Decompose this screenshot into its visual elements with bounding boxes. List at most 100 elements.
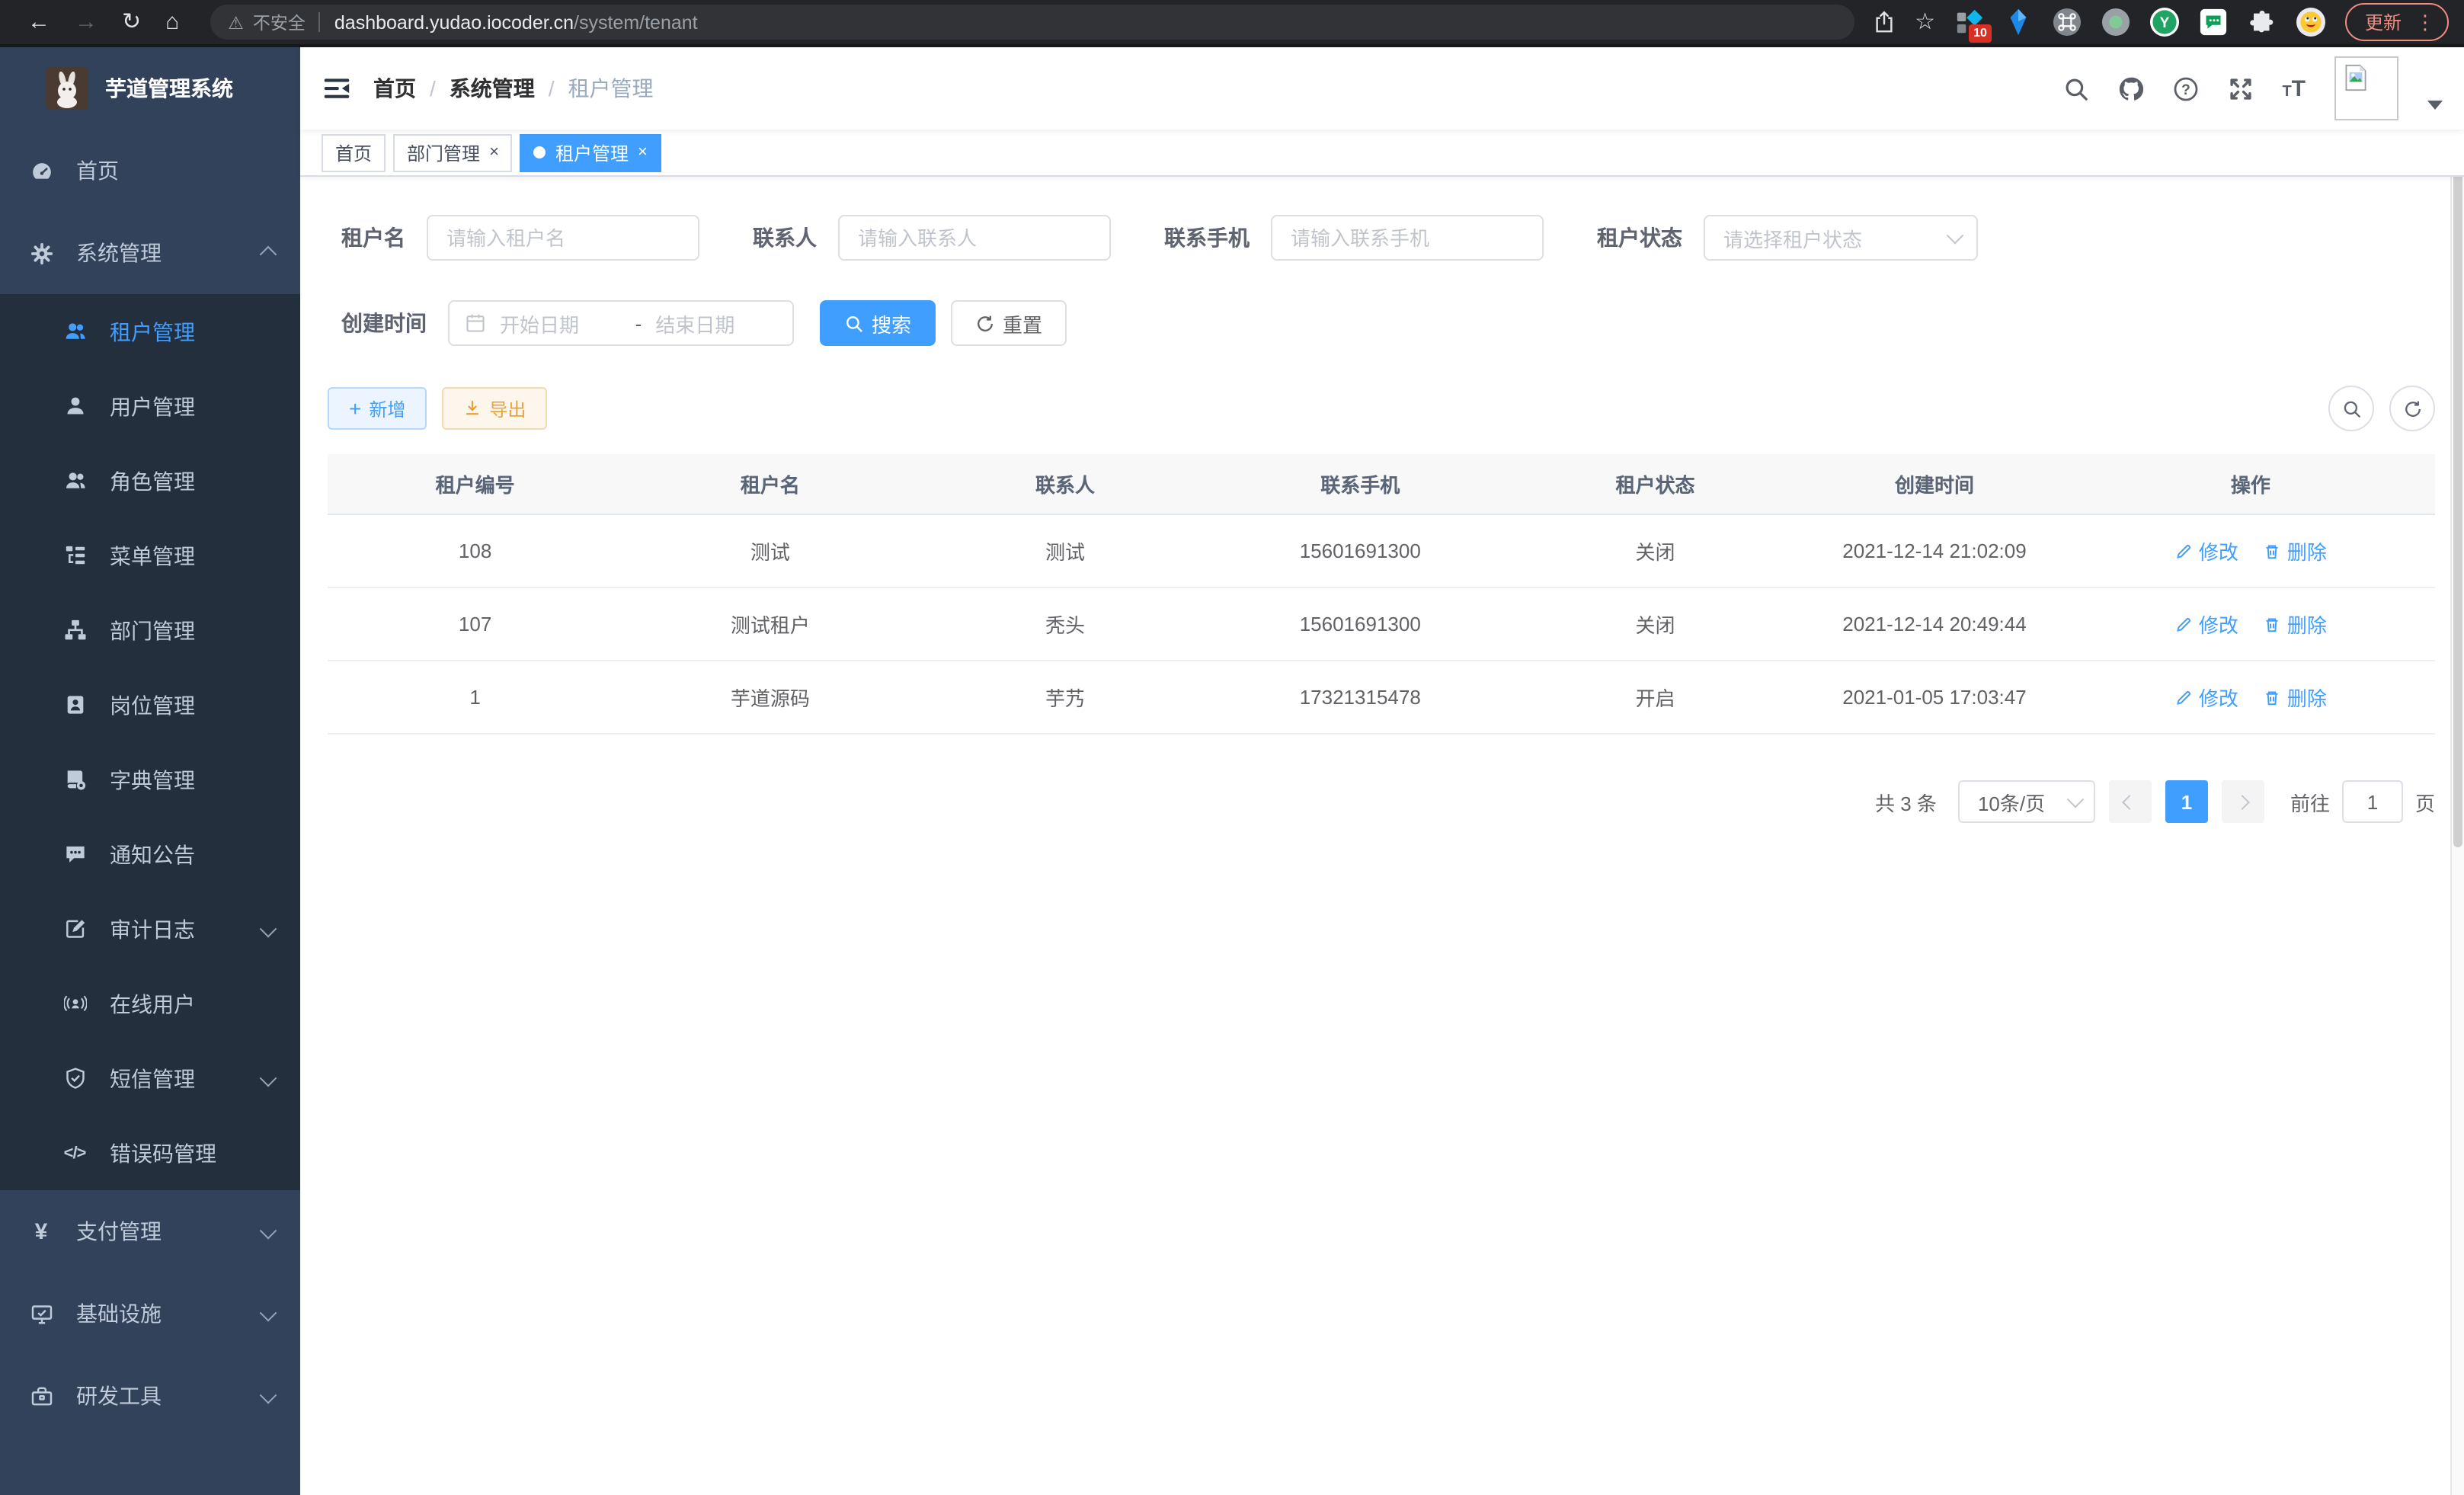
tenant-table: 租户编号 租户名 联系人 联系手机 租户状态 创建时间 操作 108 测试 测试… — [328, 454, 2435, 735]
extension-grid-diamond-icon[interactable]: 10 — [1955, 8, 1984, 37]
help-icon[interactable]: ? — [2172, 75, 2198, 101]
edit-button[interactable]: 修改 — [2174, 683, 2238, 712]
edit-button[interactable]: 修改 — [2174, 536, 2238, 565]
next-page-button[interactable] — [2222, 780, 2264, 823]
avatar[interactable] — [2334, 56, 2398, 120]
add-button[interactable]: + 新增 — [328, 387, 427, 430]
goto-prefix: 前往 — [2290, 787, 2330, 816]
breadcrumb-system[interactable]: 系统管理 — [450, 73, 535, 104]
button-label: 导出 — [489, 395, 526, 421]
tab-dept[interactable]: 部门管理 × — [393, 133, 513, 171]
cell-status: 关闭 — [1508, 588, 1803, 660]
browser-reload-icon[interactable]: ↻ — [122, 11, 141, 34]
show-search-button[interactable] — [2328, 386, 2374, 431]
browser-forward-icon[interactable]: → — [75, 11, 98, 34]
svg-text:Y: Y — [2160, 15, 2170, 31]
browser-menu-icon[interactable]: ⋮ — [2415, 12, 2435, 32]
table-row: 1 芋道源码 芋艿 17321315478 开启 2021-01-05 17:0… — [328, 661, 2435, 735]
chevron-down-icon — [262, 1301, 274, 1326]
column-header: 租户状态 — [1508, 454, 1803, 514]
header-search-icon[interactable] — [2062, 75, 2088, 101]
sidebar-item-label: 短信管理 — [110, 1063, 195, 1093]
share-icon[interactable] — [1872, 11, 1895, 34]
edit-button[interactable]: 修改 — [2174, 610, 2238, 639]
sidebar-item-dept[interactable]: 部门管理 — [0, 593, 300, 667]
profile-avatar-icon[interactable] — [2296, 8, 2325, 37]
security-label: 不安全 — [253, 10, 306, 34]
security-chip[interactable]: ⚠ 不安全 — [228, 10, 306, 34]
sidebar-item-online-user[interactable]: 在线用户 — [0, 966, 300, 1041]
tab-label: 租户管理 — [555, 139, 629, 165]
close-icon[interactable]: × — [638, 144, 648, 161]
app-logo[interactable]: 芋道管理系统 — [0, 47, 300, 130]
prev-page-button[interactable] — [2109, 780, 2152, 823]
delete-button[interactable]: 删除 — [2263, 683, 2327, 712]
page-size-select[interactable]: 10条/页 — [1958, 780, 2095, 823]
app-title: 芋道管理系统 — [105, 73, 233, 104]
scrollbar[interactable] — [2450, 47, 2464, 1495]
user-icon — [62, 394, 87, 418]
extensions-puzzle-icon[interactable] — [2248, 8, 2277, 37]
create-time-range-picker[interactable]: 开始日期 - 结束日期 — [448, 300, 794, 346]
sidebar-toggle-icon[interactable] — [300, 75, 373, 102]
reset-button[interactable]: 重置 — [951, 300, 1067, 346]
delete-button[interactable]: 删除 — [2263, 536, 2327, 565]
chevron-down-icon — [262, 1066, 274, 1090]
text-size-icon[interactable]: TT — [2282, 77, 2306, 100]
goto-page-input[interactable] — [2342, 780, 2403, 823]
refresh-table-button[interactable] — [2389, 386, 2435, 431]
github-icon[interactable] — [2117, 75, 2143, 101]
sidebar-item-tenant[interactable]: 租户管理 — [0, 294, 300, 369]
filter-contact: 联系人 — [753, 215, 1111, 261]
plus-icon: + — [349, 398, 361, 419]
browser-back-icon[interactable]: ← — [27, 11, 50, 34]
sidebar-item-infra[interactable]: 基础设施 — [0, 1273, 300, 1355]
sidebar-item-label: 租户管理 — [110, 316, 195, 347]
extension-gray-green-icon[interactable] — [2101, 8, 2130, 37]
mobile-input[interactable] — [1271, 215, 1544, 261]
delete-button[interactable]: 删除 — [2263, 610, 2327, 639]
status-select[interactable]: 请选择租户状态 — [1704, 215, 1978, 261]
cell-contact: 秃头 — [917, 588, 1212, 660]
url-divider — [319, 12, 321, 32]
sidebar-item-menu[interactable]: 菜单管理 — [0, 518, 300, 593]
sidebar-item-pay[interactable]: ¥ 支付管理 — [0, 1190, 300, 1273]
sidebar-item-post[interactable]: 岗位管理 — [0, 667, 300, 742]
sidebar-item-home[interactable]: 首页 — [0, 130, 300, 212]
extension-green-chat-icon[interactable] — [2199, 8, 2228, 37]
column-header: 联系人 — [917, 454, 1212, 514]
tab-home[interactable]: 首页 — [322, 133, 386, 171]
breadcrumb-home[interactable]: 首页 — [373, 73, 416, 104]
extension-command-icon[interactable] — [2053, 8, 2082, 37]
page-number-current[interactable]: 1 — [2165, 780, 2208, 823]
extension-y-icon[interactable]: Y — [2150, 8, 2179, 37]
sidebar-item-audit-log[interactable]: 审计日志 — [0, 892, 300, 966]
bookmark-star-icon[interactable]: ☆ — [1915, 11, 1935, 34]
search-button[interactable]: 搜索 — [820, 300, 936, 346]
date-separator: - — [635, 312, 642, 335]
contact-input[interactable] — [838, 215, 1111, 261]
breadcrumb: 首页 / 系统管理 / 租户管理 — [373, 73, 654, 104]
filter-row-1: 租户名 联系人 联系手机 租户状态 请选择租户状态 — [341, 215, 2435, 261]
export-button[interactable]: 导出 — [442, 387, 547, 430]
sidebar-item-user[interactable]: 用户管理 — [0, 369, 300, 443]
sidebar-item-sms[interactable]: 短信管理 — [0, 1041, 300, 1116]
column-header: 租户名 — [622, 454, 917, 514]
sidebar-item-notice[interactable]: 通知公告 — [0, 817, 300, 892]
tenant-name-input[interactable] — [427, 215, 699, 261]
extension-blue-pin-icon[interactable] — [2004, 8, 2033, 37]
search-icon — [844, 313, 864, 333]
fullscreen-icon[interactable] — [2227, 75, 2253, 101]
close-icon[interactable]: × — [489, 144, 499, 161]
avatar-dropdown-caret-icon[interactable] — [2427, 101, 2443, 110]
sidebar-item-dict[interactable]: 字典管理 — [0, 742, 300, 817]
browser-home-icon[interactable]: ⌂ — [165, 11, 179, 34]
tab-tenant[interactable]: 租户管理 × — [520, 133, 661, 171]
url-bar[interactable]: ⚠ 不安全 dashboard.yudao.iocoder.cn/system/… — [210, 5, 1854, 40]
browser-update-button[interactable]: 更新 ⋮ — [2345, 3, 2449, 41]
sidebar-item-system[interactable]: 系统管理 — [0, 212, 300, 294]
dashboard-icon — [29, 158, 53, 183]
sidebar-item-devtools[interactable]: 研发工具 — [0, 1355, 300, 1437]
sidebar-item-role[interactable]: 角色管理 — [0, 443, 300, 518]
sidebar-item-error-code[interactable]: </> 错误码管理 — [0, 1116, 300, 1190]
